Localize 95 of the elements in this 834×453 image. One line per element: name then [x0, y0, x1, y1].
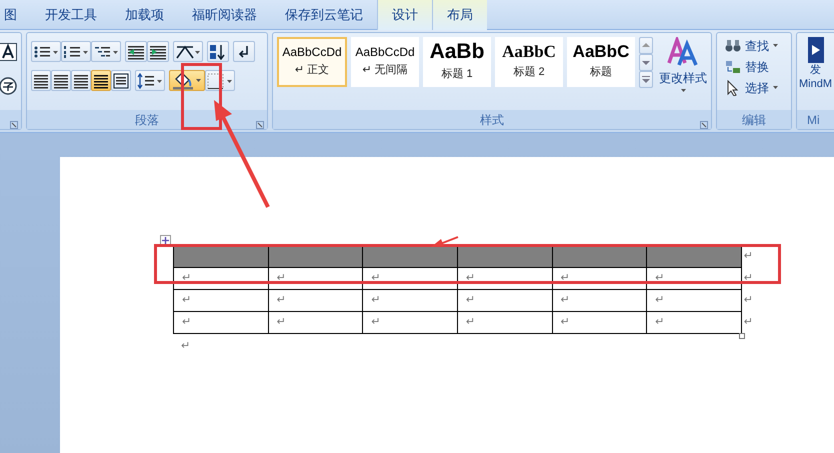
increase-indent-icon [149, 44, 167, 60]
cursor-icon [725, 80, 741, 96]
decrease-indent-button[interactable] [125, 41, 147, 62]
ribbon-tab[interactable]: 布局 [432, 0, 487, 30]
table-cell: ↵ [457, 268, 552, 290]
end-of-row-mark: ↵ [744, 316, 753, 328]
style-option[interactable]: AaBbC 标题 [567, 37, 635, 87]
style-option[interactable]: AaBb 标题 1 [423, 37, 491, 87]
letters-icon [667, 37, 699, 67]
bullet-list-icon [33, 44, 59, 60]
borders-icon [207, 72, 233, 88]
more-styles-button[interactable] [639, 71, 653, 88]
table-cell: ↵ [268, 268, 363, 290]
align-center-icon [53, 72, 69, 88]
table-resize-handle-icon[interactable] [739, 333, 745, 339]
table-cell: ↵ [362, 268, 458, 290]
table-cell: ↵ [457, 312, 552, 334]
align-center-button[interactable] [51, 70, 71, 91]
group-title: 编辑 [742, 112, 766, 128]
expand-icon [640, 75, 652, 84]
distributed-icon [113, 72, 129, 88]
decrease-indent-icon [127, 44, 145, 60]
ribbon-tab[interactable]: 设计 [377, 0, 432, 30]
paragraph-mark: ↵ [180, 339, 190, 354]
table-cell: ↵ [552, 268, 647, 290]
distributed-button[interactable] [111, 70, 131, 91]
dialog-launcher-icon [10, 120, 18, 129]
scroll-down-button[interactable] [639, 54, 653, 71]
table-cell: ↵ [646, 268, 742, 290]
caret-icon [680, 89, 686, 92]
table-move-handle-icon[interactable] [160, 235, 171, 246]
ribbon-tab[interactable]: 开发工具 [31, 0, 111, 30]
bullets-button[interactable] [31, 41, 61, 62]
align-left-icon [33, 72, 49, 88]
table-cell: ↵ [268, 312, 363, 334]
table-cell: ↵ [552, 290, 647, 312]
line-spacing-button[interactable] [135, 70, 165, 91]
sort-icon [209, 44, 227, 60]
paint-bucket-icon [171, 71, 203, 90]
table-cell: ↵ [174, 312, 268, 334]
justify-icon [93, 72, 109, 88]
show-marks-button[interactable] [233, 41, 255, 62]
table-cell: ↵ [174, 290, 268, 312]
group-title: Mi [807, 112, 820, 128]
group-title: 样式 [480, 112, 504, 128]
ribbon-tab[interactable]: 加载项 [111, 0, 178, 30]
numbering-button[interactable] [61, 41, 91, 62]
end-of-row-mark: ↵ [744, 294, 753, 306]
replace-icon [725, 58, 741, 74]
send-button[interactable]: 发 MindM [799, 37, 832, 92]
boxed-letter-icon [0, 43, 17, 61]
shading-button[interactable] [169, 70, 205, 91]
replace-button[interactable]: 替换 [721, 56, 787, 77]
up-arrow-icon [640, 41, 652, 50]
style-option[interactable]: AaBbCcDd ↵ 正文 [277, 37, 347, 87]
asian-layout-button[interactable] [173, 41, 203, 62]
down-arrow-icon [640, 58, 652, 67]
group-title: 段落 [135, 112, 159, 128]
align-right-button[interactable] [71, 70, 91, 91]
ribbon-tab[interactable]: 保存到云笔记 [271, 0, 377, 30]
highlight-box [181, 63, 222, 130]
align-left-button[interactable] [31, 70, 51, 91]
dialog-launcher-icon [256, 120, 264, 129]
change-styles-button[interactable]: 更改样式 [657, 37, 709, 92]
multilevel-list-button[interactable] [91, 41, 121, 62]
end-of-row-mark: ↵ [744, 250, 753, 262]
ribbon-tab[interactable]: 图 [0, 0, 31, 30]
end-of-row-mark: ↵ [744, 272, 753, 284]
table-cell: ↵ [646, 290, 742, 312]
table-cell: ↵ [552, 312, 647, 334]
find-button[interactable]: 查找 [721, 35, 787, 56]
style-option[interactable]: AaBbC 标题 2 [495, 37, 563, 87]
increase-indent-button[interactable] [147, 41, 169, 62]
style-option[interactable]: AaBbCcDd ↵ 无间隔 [351, 37, 419, 87]
send-icon [808, 37, 824, 63]
table-cell: ↵ [268, 290, 363, 312]
justify-button[interactable] [91, 70, 111, 91]
table-cell: ↵ [174, 268, 268, 290]
borders-button[interactable] [205, 70, 235, 91]
table-cell: ↵ [646, 312, 742, 334]
binoculars-icon [725, 38, 741, 54]
select-button[interactable]: 选择 [721, 77, 787, 98]
circled-glyph-icon [0, 77, 17, 95]
align-right-icon [73, 72, 89, 88]
sort-button[interactable] [207, 41, 229, 62]
table-cell: ↵ [362, 312, 458, 334]
asian-layout-icon [175, 44, 201, 60]
dialog-launcher-icon [700, 120, 708, 129]
numbered-list-icon [63, 44, 89, 60]
line-spacing-icon [137, 72, 163, 88]
table-cell: ↵ [362, 290, 458, 312]
scroll-up-button[interactable] [639, 37, 653, 54]
table-cell: ↵ [457, 290, 552, 312]
annotation-arrow [431, 236, 458, 247]
ribbon-tab[interactable]: 福昕阅读器 [178, 0, 271, 30]
